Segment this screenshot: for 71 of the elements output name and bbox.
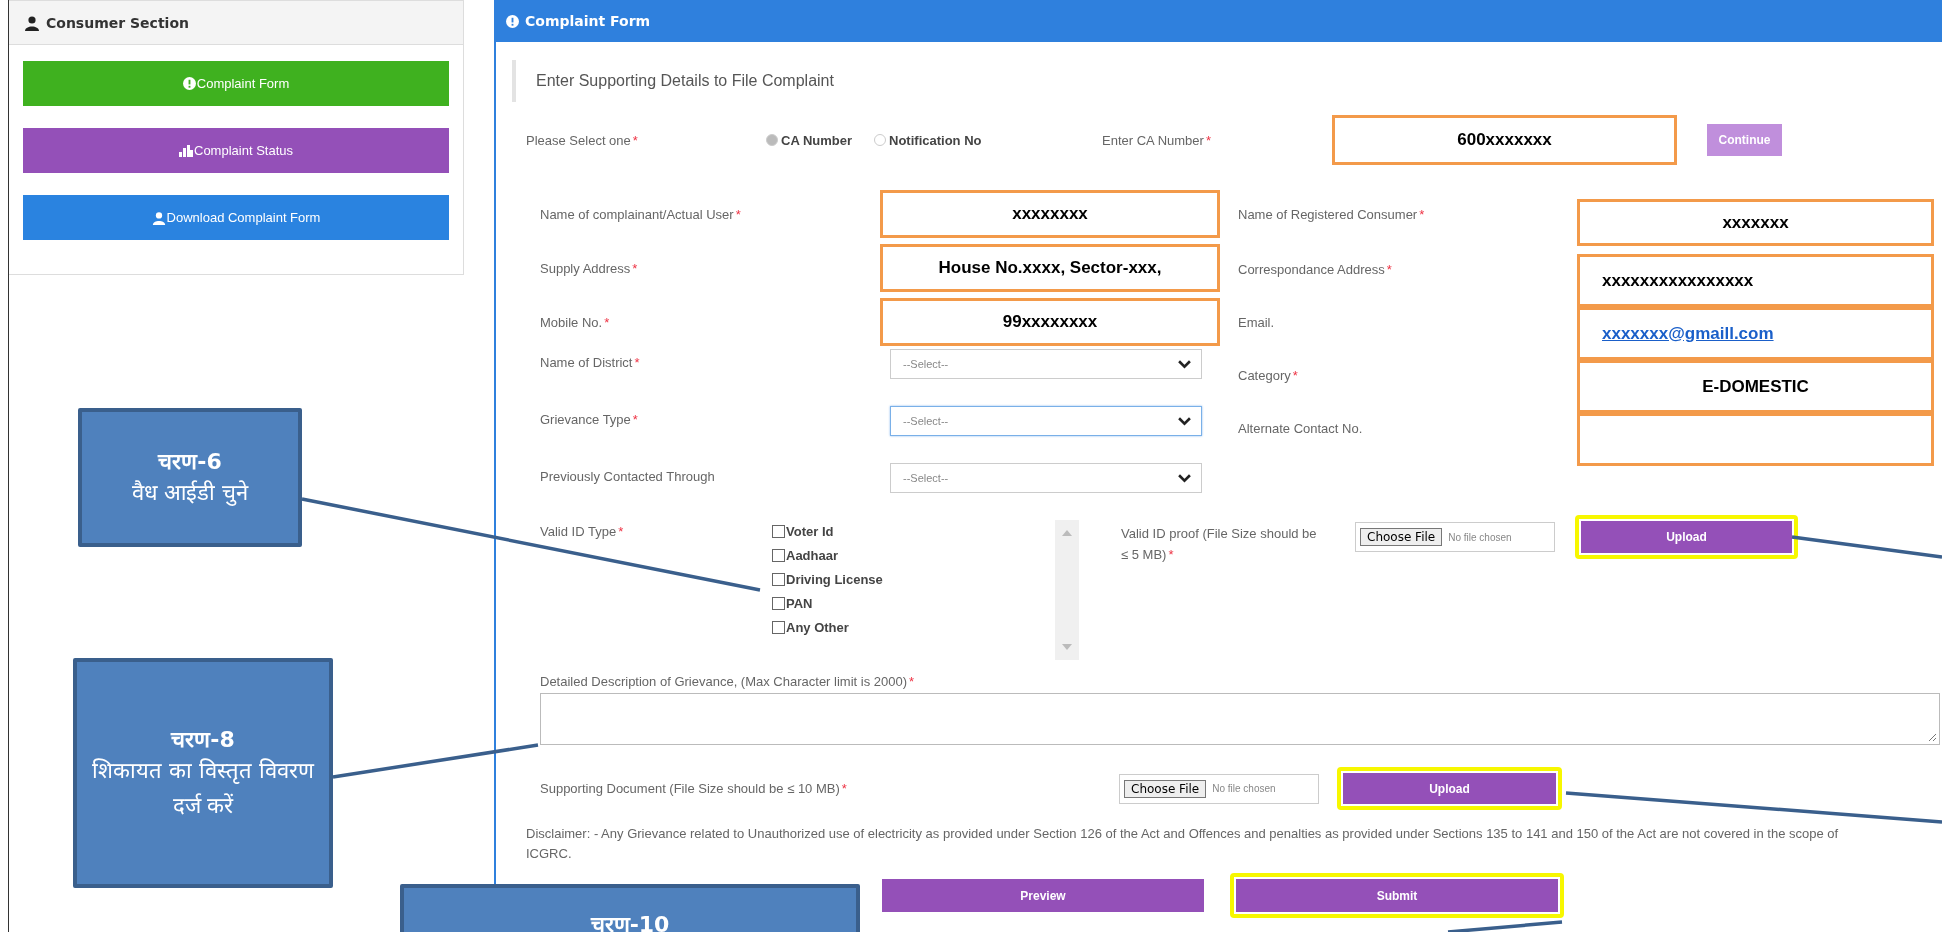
section-heading: Enter Supporting Details to File Complaint xyxy=(512,60,1942,102)
submit-button[interactable]: Submit xyxy=(1236,879,1558,912)
field-label: Grievance Type* xyxy=(540,411,639,427)
checkbox-option[interactable]: Driving License xyxy=(772,572,1055,587)
resize-handle-icon[interactable] xyxy=(1927,732,1937,742)
scrollbar[interactable] xyxy=(1055,520,1079,660)
field-label: Name of District* xyxy=(540,354,641,370)
field-label: Alternate Contact No. xyxy=(1238,420,1364,438)
disclaimer-text: Disclaimer: - Any Grievance related to Unauthorized use of electricity as provided under Section 126 of the Act and Offences and penalties as provided under Sections 135 to 141 and 150 of the Act are not covered in the scope of ICGRC. xyxy=(526,825,1840,863)
input-field[interactable]: xxxxxxx xyxy=(1577,199,1934,246)
callout-text: वैध आईडी चुने xyxy=(131,478,249,508)
file-status: No file chosen xyxy=(1448,531,1512,543)
upload-button[interactable]: Upload xyxy=(1343,773,1556,804)
input-field[interactable] xyxy=(1577,413,1934,466)
callout-text: शिकायत का विस्तृत विवरण दर्ज करें xyxy=(91,756,315,820)
input-field[interactable]: xxxxxxxx xyxy=(880,190,1220,238)
input-field[interactable]: E-DOMESTIC xyxy=(1577,360,1934,413)
form-title: Complaint Form xyxy=(525,13,651,29)
checkbox-option[interactable]: PAN xyxy=(772,596,1055,611)
sidebar-title: Consumer Section xyxy=(46,14,189,31)
info-icon xyxy=(182,77,196,90)
user-icon xyxy=(151,210,166,225)
file-input[interactable]: Choose File No file chosen xyxy=(1355,522,1555,552)
input-field[interactable]: 600xxxxxxx xyxy=(1332,115,1677,165)
field-label: Name of Registered Consumer* xyxy=(1238,206,1426,224)
field-label: Mobile No.* xyxy=(540,314,611,330)
choose-file-button[interactable]: Choose File xyxy=(1124,779,1207,798)
user-icon xyxy=(24,14,40,31)
field-label: Please Select one* xyxy=(526,132,639,148)
field-label: Supply Address* xyxy=(540,260,639,276)
checkbox-option[interactable]: Aadhaar xyxy=(772,548,1055,563)
field-label: Valid ID proof (File Size should be ≤ 5 MB)* xyxy=(1121,525,1318,564)
bar-chart-icon xyxy=(179,144,193,157)
chevron-down-icon xyxy=(1178,473,1191,483)
info-icon xyxy=(506,14,519,28)
radio-option[interactable]: Notification No xyxy=(874,132,982,148)
field-label: Detailed Description of Grievance, (Max Character limit is 2000)* xyxy=(540,674,916,689)
scroll-up-icon[interactable] xyxy=(1062,530,1072,536)
field-label: Enter CA Number* xyxy=(1102,132,1212,148)
select-field[interactable]: --Select-- xyxy=(890,349,1202,379)
choose-file-button[interactable]: Choose File xyxy=(1360,528,1443,546)
sidebar-button[interactable]: Complaint Status xyxy=(23,128,449,173)
callout-title: चरण-6 xyxy=(158,447,222,475)
field-label: Supporting Document (File Size should be ≤ 10 MB)* xyxy=(540,781,848,796)
select-field[interactable]: --Select-- xyxy=(890,406,1202,436)
sidebar-button[interactable]: Download Complaint Form xyxy=(23,195,449,240)
field-label: Name of complainant/Actual User* xyxy=(540,206,742,222)
input-field[interactable]: xxxxxxx@gmaill.com xyxy=(1577,307,1934,360)
scroll-down-icon[interactable] xyxy=(1062,644,1072,650)
file-input[interactable]: Choose File No file chosen xyxy=(1119,773,1319,804)
select-field[interactable]: --Select-- xyxy=(890,463,1202,493)
callout-title: चरण-8 xyxy=(171,725,235,753)
field-label: Email. xyxy=(1238,314,1276,332)
email-link[interactable]: xxxxxxx@gmaill.com xyxy=(1602,323,1774,344)
preview-button[interactable]: Preview xyxy=(882,879,1204,912)
file-status: No file chosen xyxy=(1212,783,1276,794)
text-area[interactable] xyxy=(540,693,1940,745)
radio-option[interactable]: CA Number xyxy=(766,132,853,148)
chevron-down-icon xyxy=(1178,359,1191,369)
field-label: Category* xyxy=(1238,367,1299,385)
chevron-down-icon xyxy=(1178,416,1191,426)
callout-title: चरण-10 xyxy=(590,911,670,932)
checkbox-option[interactable]: Any Other xyxy=(772,620,1055,635)
field-label: Valid ID Type* xyxy=(540,523,625,539)
field-label: Previously Contacted Through xyxy=(540,468,716,484)
field-label: Correspondance Address* xyxy=(1238,261,1393,279)
input-field[interactable]: xxxxxxxxxxxxxxxx xyxy=(1577,254,1934,307)
checkbox-option[interactable]: Voter Id xyxy=(772,524,1055,539)
input-field[interactable]: House No.xxxx, Sector-xxx, xyxy=(880,244,1220,292)
upload-button[interactable]: Upload xyxy=(1581,521,1792,553)
input-field[interactable]: 99xxxxxxxx xyxy=(880,298,1220,346)
